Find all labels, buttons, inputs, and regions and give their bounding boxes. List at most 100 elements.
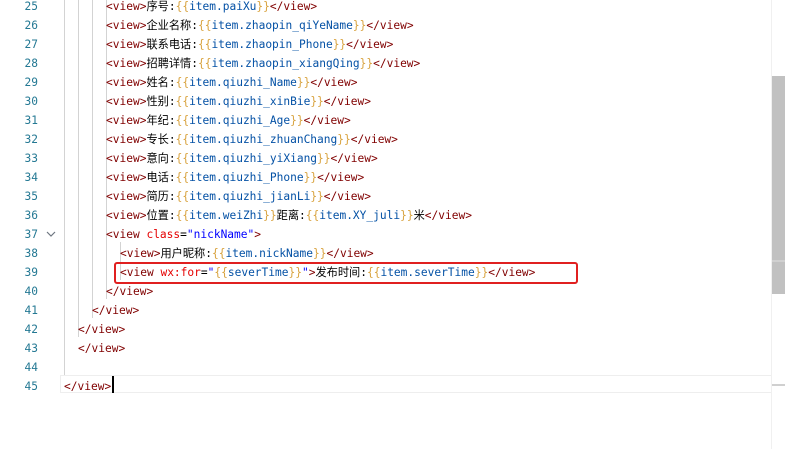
code-token: {{ xyxy=(175,133,190,146)
code-token: view xyxy=(112,152,140,165)
code-token: item.qiuzhi_Phone xyxy=(189,171,304,184)
code-token: > xyxy=(344,114,351,127)
code-line[interactable]: <view>联系电话:{{item.zhaopin_Phone}}</view> xyxy=(106,35,393,54)
code-token: </ xyxy=(350,133,365,146)
code-token: </ xyxy=(323,190,338,203)
line-number: 40 xyxy=(24,285,38,298)
code-line[interactable]: <view>意向:{{item.qiuzhi_yiXiang}}</view> xyxy=(106,149,378,168)
code-line[interactable]: </view> xyxy=(64,377,111,396)
code-token: {{ xyxy=(211,247,226,260)
indent-guide xyxy=(64,0,65,375)
code-token: {{ xyxy=(175,190,190,203)
code-line[interactable]: </view> xyxy=(106,282,153,301)
code-token: view xyxy=(386,57,414,70)
code-token: > xyxy=(146,285,154,298)
line-number: 27 xyxy=(24,38,38,51)
code-token: view xyxy=(364,133,392,146)
code-token: > xyxy=(465,209,472,222)
code-line[interactable]: <view>用户昵称:{{item.nickName}}</view> xyxy=(120,244,374,263)
code-token: item.zhaopin_xiangQing xyxy=(211,57,360,70)
indent-guide xyxy=(92,0,93,318)
code-token: item.zhaopin_qiYeName xyxy=(211,19,353,32)
code-token: </ xyxy=(323,95,338,108)
code-token: }} xyxy=(310,95,324,108)
code-token: {{ xyxy=(197,19,212,32)
code-token: > xyxy=(118,342,126,355)
code-token: < xyxy=(106,209,113,222)
code-line[interactable]: </view> xyxy=(78,320,125,339)
code-line[interactable]: <view>企业名称:{{item.zhaopin_qiYeName}}</vi… xyxy=(106,16,414,35)
text-cursor xyxy=(112,376,114,393)
code-token: 意向: xyxy=(146,152,176,165)
code-token: view xyxy=(438,209,466,222)
code-line[interactable]: </view> xyxy=(92,301,139,320)
code-token: view xyxy=(112,114,140,127)
code-token: </ xyxy=(78,342,92,355)
chevron-down-icon[interactable] xyxy=(46,225,56,244)
code-token: view xyxy=(112,95,140,108)
line-number: 41 xyxy=(24,304,38,317)
code-token: item.nickName xyxy=(225,247,313,260)
code-token: > xyxy=(370,152,378,165)
code-token: 姓名: xyxy=(146,76,176,89)
line-number: 39 xyxy=(24,266,38,279)
code-token: > xyxy=(350,76,358,89)
code-token: 序号: xyxy=(146,0,176,13)
line-number: 29 xyxy=(24,76,38,89)
line-number: 25 xyxy=(24,0,38,13)
code-token: view xyxy=(283,0,311,13)
code-token: > xyxy=(406,19,414,32)
code-token: </ xyxy=(346,38,360,51)
code-token: class xyxy=(146,228,181,241)
code-line[interactable]: <view class="nickName"> xyxy=(106,225,261,244)
line-number: 33 xyxy=(24,152,38,165)
code-token: {{ xyxy=(197,38,212,51)
code-token: 位置: xyxy=(146,209,176,222)
code-token: view xyxy=(112,19,140,32)
code-token: {{ xyxy=(305,209,320,222)
code-line[interactable]: <view>姓名:{{item.qiuzhi_Name}}</view> xyxy=(106,73,358,92)
code-token: </ xyxy=(366,19,380,32)
code-token: 年纪: xyxy=(146,114,176,127)
code-token: item.qiuzhi_jianLi xyxy=(189,190,311,203)
code-token: > xyxy=(104,380,112,393)
line-number: 44 xyxy=(24,361,38,374)
line-number: 26 xyxy=(24,19,38,32)
code-line[interactable]: <view>位置:{{item.weiZhi}}距离:{{item.XY_jul… xyxy=(106,206,472,225)
code-token: < xyxy=(106,19,113,32)
code-token: > xyxy=(254,228,261,241)
line-number: 30 xyxy=(24,95,38,108)
code-token: < xyxy=(106,95,113,108)
code-token: {{ xyxy=(175,114,190,127)
code-line[interactable]: <view>性别:{{item.qiuzhi_xinBie}}</view> xyxy=(106,92,371,111)
code-token: item.paiXu xyxy=(189,0,257,13)
code-token: 电话: xyxy=(146,171,176,184)
code-line[interactable]: <view>年纪:{{item.qiuzhi_Age}}</view> xyxy=(106,111,351,130)
line-number: 38 xyxy=(24,247,38,260)
code-token: {{ xyxy=(175,95,190,108)
code-line[interactable]: <view>招聘详情:{{item.zhaopin_xiangQing}}</v… xyxy=(106,54,420,73)
code-line[interactable]: <view>简历:{{item.qiuzhi_jianLi}}</view> xyxy=(106,187,371,206)
code-token: view xyxy=(323,76,351,89)
code-token: </ xyxy=(373,57,387,70)
code-line[interactable]: <view>序号:{{item.paiXu}}</view> xyxy=(106,0,317,16)
code-token: < xyxy=(106,152,113,165)
code-line[interactable]: <view>专长:{{item.qiuzhi_zhuanChang}}</vie… xyxy=(106,130,398,149)
code-token: view xyxy=(112,76,140,89)
code-token: view xyxy=(119,285,147,298)
code-token: > xyxy=(413,57,421,70)
code-token: </ xyxy=(303,114,318,127)
code-token: view xyxy=(112,0,140,13)
code-token: > xyxy=(357,171,365,184)
code-token: item.qiuzhi_xinBie xyxy=(189,95,311,108)
code-token: < xyxy=(106,0,113,13)
line-number: 31 xyxy=(24,114,38,127)
code-line[interactable]: </view> xyxy=(78,339,125,358)
overview-ruler-mark xyxy=(772,260,785,262)
code-token: view xyxy=(112,171,140,184)
code-token: </ xyxy=(269,0,284,13)
code-editor[interactable]: 25 26 27 28 29 30 31 32 33 34 35 36 37 38 39 40 41 42 43 44… xyxy=(0,0,791,449)
code-line[interactable]: <view>电话:{{item.qiuzhi_Phone}}</view> xyxy=(106,168,364,187)
code-token: > xyxy=(391,133,398,146)
code-token: }} xyxy=(332,38,347,51)
